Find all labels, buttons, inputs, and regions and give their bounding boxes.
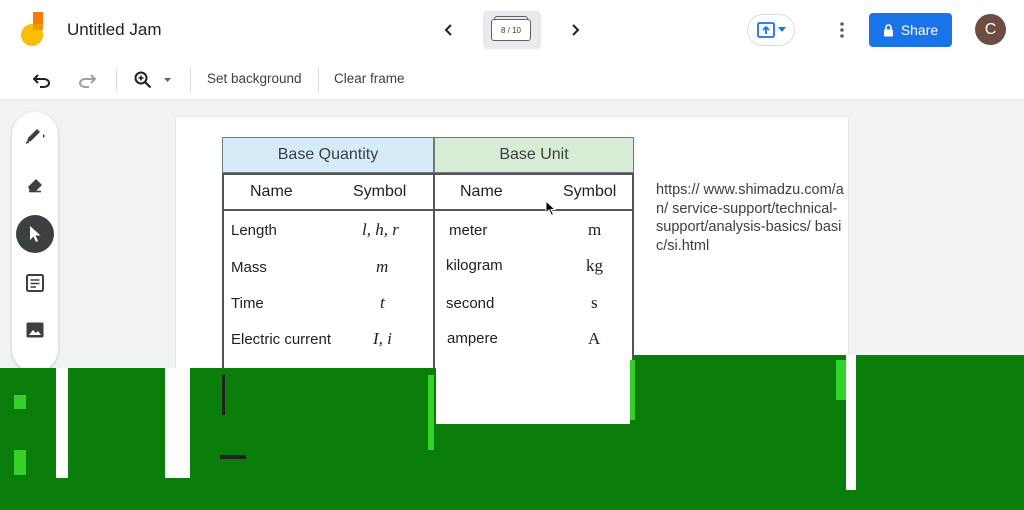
quantity-symbol: I, i bbox=[373, 329, 392, 348]
toolbar-divider bbox=[318, 68, 319, 92]
table-rule bbox=[222, 209, 634, 211]
si-units-table-image[interactable]: Base Quantity Base Unit Name Symbol Name… bbox=[222, 137, 634, 377]
more-vert-icon bbox=[840, 22, 844, 38]
column-header-name: Name bbox=[460, 183, 503, 200]
image-icon bbox=[26, 322, 44, 338]
redo-icon bbox=[79, 74, 96, 88]
toolbar-divider bbox=[190, 68, 191, 92]
quantity-symbol: t bbox=[380, 293, 385, 312]
unit-name: kilogram bbox=[446, 257, 503, 274]
present-icon bbox=[756, 22, 775, 38]
lock-icon bbox=[883, 23, 893, 36]
editing-toolbar: Set background Clear frame bbox=[0, 60, 1024, 100]
undo-icon bbox=[33, 74, 50, 88]
toolbar-divider bbox=[116, 68, 117, 92]
image-tool[interactable] bbox=[17, 312, 53, 348]
frame-indicator: 8 / 10 bbox=[491, 19, 531, 41]
base-unit-header: Base Unit bbox=[434, 137, 634, 173]
account-avatar[interactable]: C bbox=[975, 14, 1006, 45]
column-header-symbol: Symbol bbox=[563, 183, 617, 200]
unit-name: meter bbox=[449, 222, 488, 239]
chevron-right-icon bbox=[572, 24, 580, 36]
column-header-name: Name bbox=[250, 183, 293, 200]
set-background-button[interactable]: Set background bbox=[207, 71, 302, 86]
pen-tool[interactable] bbox=[17, 117, 53, 153]
zoom-in-icon bbox=[134, 71, 152, 89]
quantity-name: Length bbox=[231, 222, 277, 239]
next-frame-button[interactable] bbox=[561, 16, 589, 44]
quantity-name: Mass bbox=[231, 259, 267, 276]
sticky-note-icon bbox=[26, 274, 44, 292]
table-border bbox=[222, 173, 224, 377]
previous-frame-button[interactable] bbox=[435, 16, 463, 44]
dropdown-arrow-icon bbox=[777, 27, 786, 32]
quantity-symbol: l, h, r bbox=[362, 220, 399, 239]
pen-icon bbox=[25, 129, 45, 144]
quantity-name: Electric current bbox=[231, 331, 332, 348]
tool-panel bbox=[12, 112, 58, 372]
unit-symbol: m bbox=[588, 220, 602, 239]
pointer-icon bbox=[30, 226, 41, 242]
chevron-left-icon bbox=[444, 24, 452, 36]
mouse-cursor-icon bbox=[545, 200, 557, 217]
base-quantity-header: Base Quantity bbox=[222, 137, 434, 173]
table-rule bbox=[222, 173, 634, 175]
redo-button[interactable] bbox=[75, 68, 99, 92]
share-button[interactable]: Share bbox=[869, 13, 952, 47]
unit-name: ampere bbox=[447, 330, 498, 347]
eraser-tool[interactable] bbox=[17, 166, 53, 202]
zoom-dropdown[interactable] bbox=[160, 68, 174, 92]
unit-symbol: s bbox=[591, 293, 598, 312]
zoom-button[interactable] bbox=[131, 68, 155, 92]
unit-symbol: A bbox=[588, 329, 601, 348]
quantity-symbol: m bbox=[376, 257, 389, 276]
document-title[interactable]: Untitled Jam bbox=[67, 20, 161, 40]
dropdown-arrow-icon bbox=[163, 77, 171, 82]
undo-button[interactable] bbox=[30, 68, 54, 92]
table-divider bbox=[433, 173, 435, 377]
column-header-symbol: Symbol bbox=[353, 183, 407, 200]
present-button[interactable] bbox=[747, 14, 795, 46]
clear-frame-button[interactable]: Clear frame bbox=[334, 71, 405, 86]
jamboard-logo-icon bbox=[21, 12, 43, 46]
top-bar: Untitled Jam 8 / 10 Share C bbox=[0, 0, 1024, 60]
table-border bbox=[632, 173, 634, 377]
quantity-name: Time bbox=[231, 295, 264, 312]
unit-symbol: kg bbox=[586, 256, 603, 275]
select-tool[interactable] bbox=[16, 215, 54, 253]
eraser-icon bbox=[28, 179, 42, 193]
more-options-button[interactable] bbox=[832, 18, 852, 42]
sticky-note-tool[interactable] bbox=[17, 265, 53, 301]
share-label: Share bbox=[900, 22, 939, 38]
source-url-text[interactable]: https:// www.shimadzu.com/an/ service-su… bbox=[656, 181, 846, 255]
frame-bar-button[interactable]: 8 / 10 bbox=[483, 11, 541, 49]
unit-name: second bbox=[446, 295, 495, 312]
